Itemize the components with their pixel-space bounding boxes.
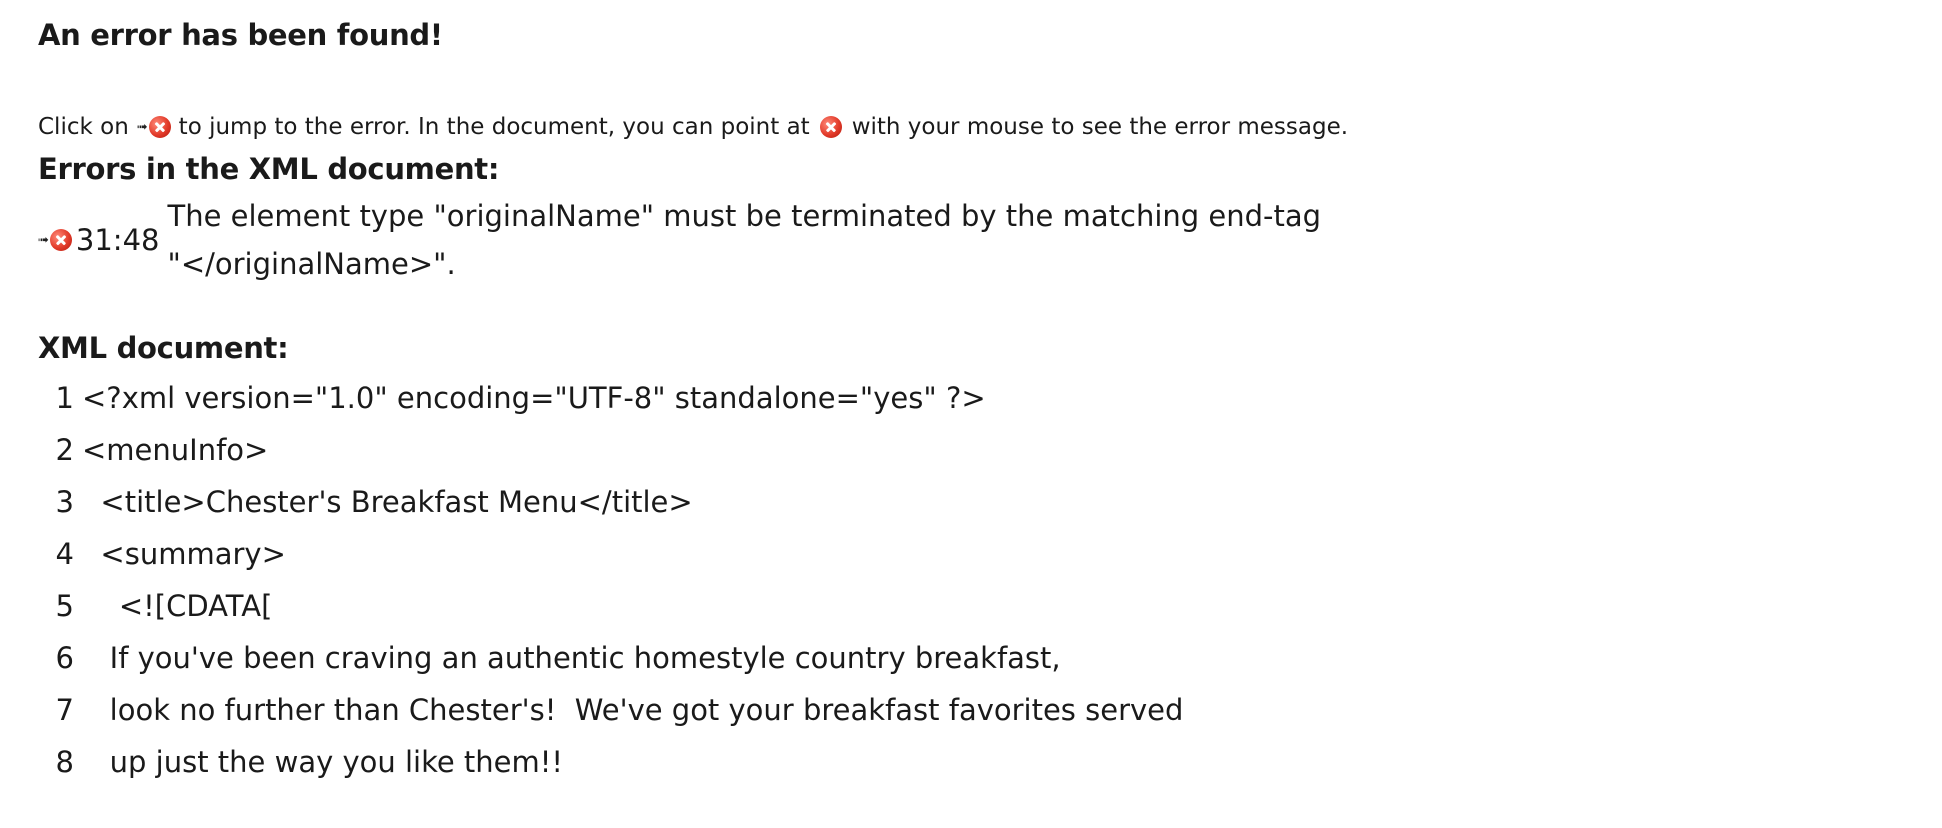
error-location: 31:48 (75, 223, 160, 257)
error-report-page: An error has been found! Click on ➟ to j… (0, 0, 1942, 788)
hint-prefix: Click on (38, 114, 129, 140)
code-line: 4 <summary> (38, 528, 1942, 580)
jump-arrow-icon: ➟ (136, 119, 148, 135)
line-content: <![CDATA[ (82, 589, 273, 623)
line-content: look no further than Chester's! We've go… (82, 693, 1184, 727)
error-x-icon (49, 229, 72, 251)
hint-text: Click on ➟ to jump to the error. In the … (38, 110, 1942, 144)
error-message: The element type "originalName" must be … (167, 199, 1322, 281)
jump-to-error-icon: ➟ (137, 116, 171, 138)
error-x-icon (819, 116, 842, 138)
line-content: <menuInfo> (82, 433, 269, 467)
code-line: 6 If you've been craving an authentic ho… (38, 632, 1942, 684)
error-x-icon (148, 116, 171, 138)
line-content: <?xml version="1.0" encoding="UTF-8" sta… (82, 381, 986, 415)
jump-arrow-icon: ➟ (38, 232, 49, 248)
line-number: 8 (55, 745, 74, 779)
line-number: 2 (55, 433, 74, 467)
error-item: ➟ 31:48 The element type "originalName" … (38, 192, 1942, 288)
line-number: 1 (55, 381, 74, 415)
line-number: 5 (55, 589, 74, 623)
line-number: 4 (55, 537, 74, 571)
line-number: 7 (55, 693, 74, 727)
line-content: If you've been craving an authentic home… (82, 641, 1061, 675)
line-number: 3 (55, 485, 74, 519)
code-line: 2 <menuInfo> (38, 424, 1942, 476)
code-line: 1 <?xml version="1.0" encoding="UTF-8" s… (38, 372, 1942, 424)
hint-suffix: with your mouse to see the error message… (851, 114, 1349, 140)
line-content: <title>Chester's Breakfast Menu</title> (82, 485, 693, 519)
hint-middle: to jump to the error. In the document, y… (178, 114, 810, 140)
error-location-link[interactable]: ➟ 31:48 (38, 220, 159, 260)
errors-heading: Errors in the XML document: (38, 152, 500, 186)
code-line: 8 up just the way you like them!! (38, 736, 1942, 788)
page-title: An error has been found! (38, 18, 443, 52)
code-line: 7 look no further than Chester's! We've … (38, 684, 1942, 736)
line-number: 6 (55, 641, 74, 675)
line-content: <summary> (82, 537, 286, 571)
jump-to-error-icon[interactable]: ➟ (38, 229, 72, 251)
xml-document-heading: XML document: (38, 331, 289, 365)
code-line: 3 <title>Chester's Breakfast Menu</title… (38, 476, 1942, 528)
line-content: up just the way you like them!! (82, 745, 564, 779)
code-line: 5 <![CDATA[ (38, 580, 1942, 632)
xml-code-listing: 1 <?xml version="1.0" encoding="UTF-8" s… (38, 372, 1942, 788)
